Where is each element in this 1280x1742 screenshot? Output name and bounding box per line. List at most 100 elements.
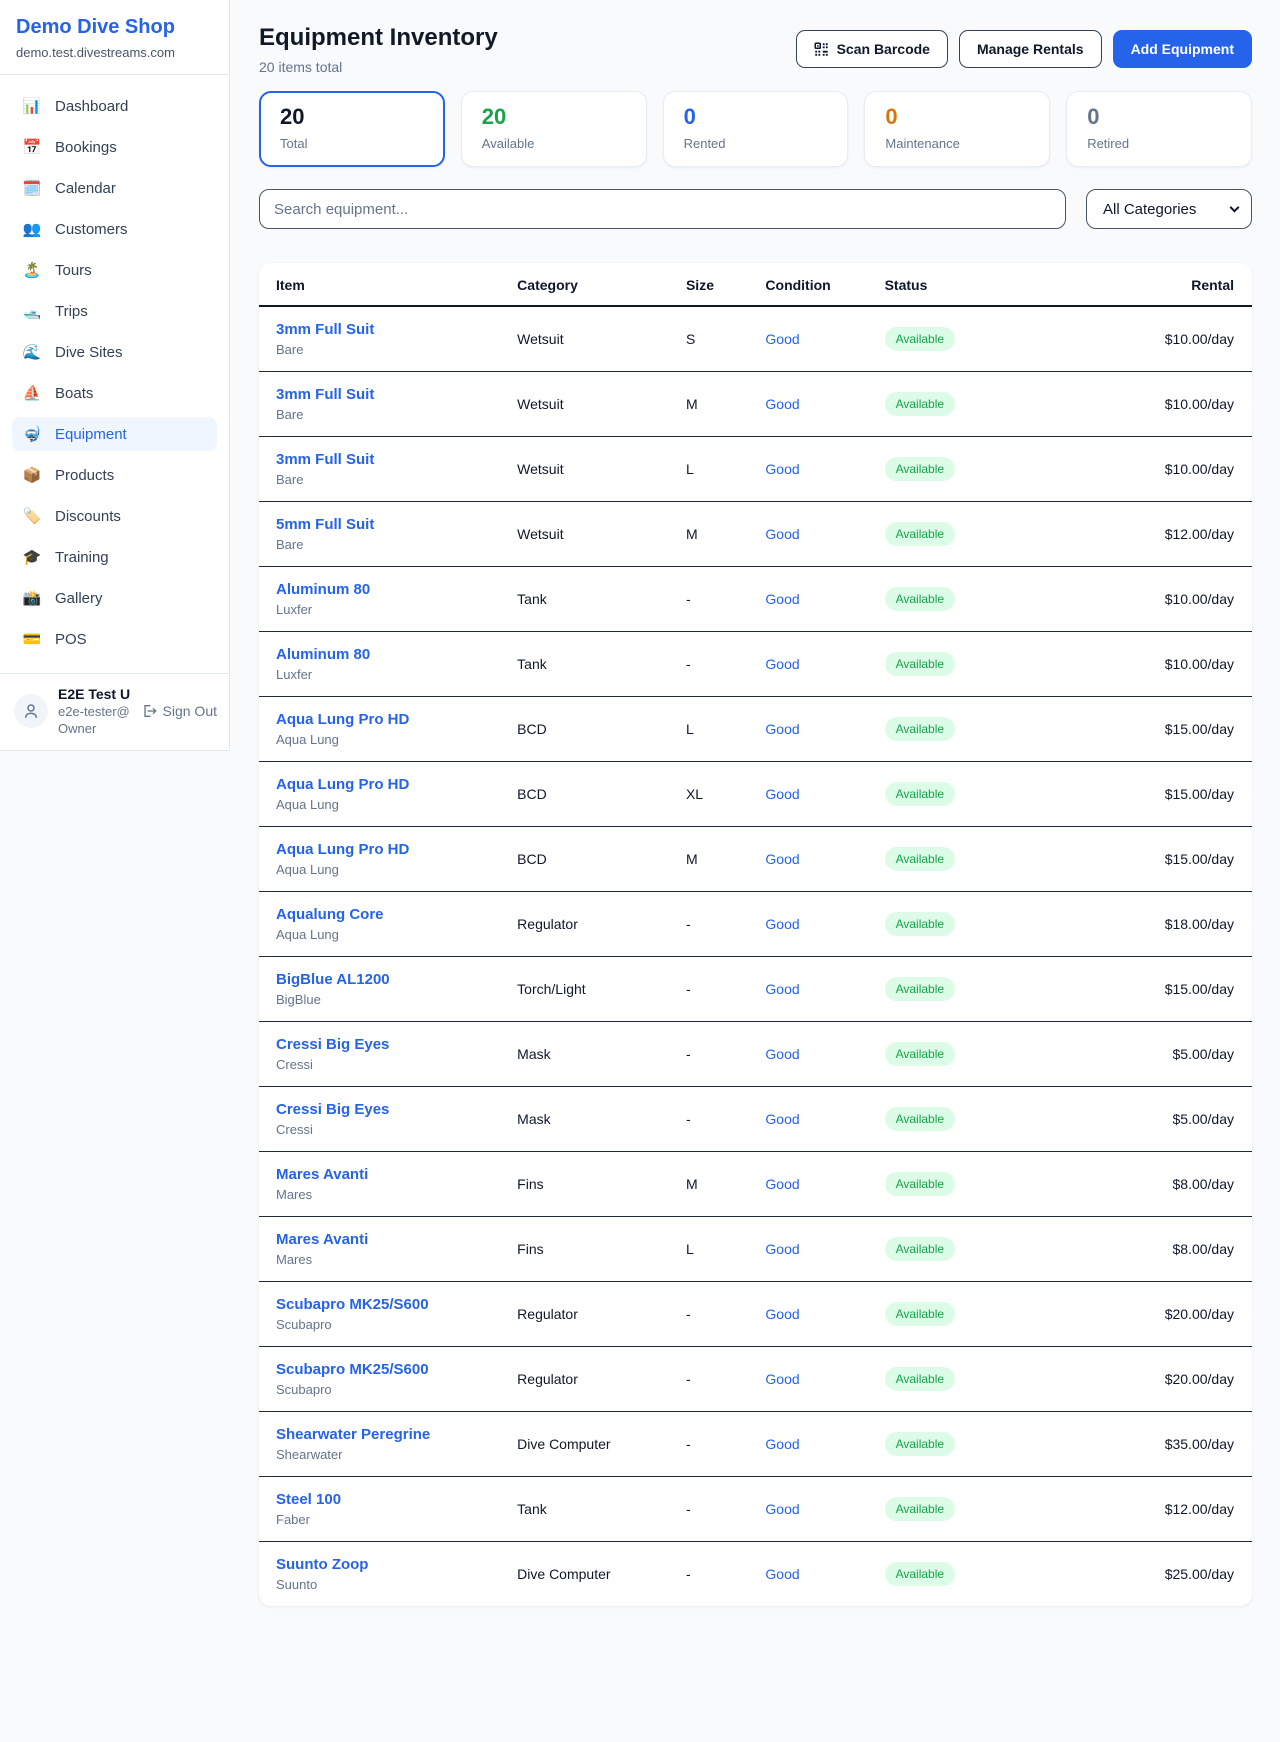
scan-barcode-button[interactable]: Scan Barcode	[796, 30, 948, 68]
cell-condition: Good	[765, 372, 884, 437]
sidebar-item-label: Customers	[55, 221, 128, 238]
cell-rental: $12.00/day	[1083, 502, 1252, 567]
item-name-link[interactable]: 3mm Full Suit	[276, 321, 517, 338]
cell-rental: $18.00/day	[1083, 892, 1252, 957]
user-section: E2E Test U... e2e-tester@... Owner Sign …	[0, 673, 229, 750]
sidebar-item-pos[interactable]: 💳POS	[12, 622, 217, 656]
stat-card-total[interactable]: 20Total	[259, 91, 445, 167]
sidebar-item-boats[interactable]: ⛵Boats	[12, 376, 217, 410]
table-row: Cressi Big EyesCressiMask-GoodAvailable$…	[259, 1022, 1252, 1087]
sidebar-item-tours[interactable]: 🏝️Tours	[12, 253, 217, 287]
cell-item: BigBlue AL1200BigBlue	[259, 957, 517, 1022]
condition-link[interactable]: Good	[765, 1176, 799, 1192]
item-brand: Shearwater	[276, 1447, 517, 1462]
table-row: Aqua Lung Pro HDAqua LungBCDLGoodAvailab…	[259, 697, 1252, 762]
cell-status: Available	[885, 1542, 1084, 1607]
status-badge: Available	[885, 977, 955, 1001]
scan-barcode-label: Scan Barcode	[837, 41, 930, 57]
item-name-link[interactable]: Cressi Big Eyes	[276, 1101, 517, 1118]
status-badge: Available	[885, 522, 955, 546]
item-name-link[interactable]: Aqua Lung Pro HD	[276, 841, 517, 858]
status-badge: Available	[885, 847, 955, 871]
condition-link[interactable]: Good	[765, 916, 799, 932]
add-equipment-button[interactable]: Add Equipment	[1113, 30, 1252, 68]
cell-size: -	[686, 957, 765, 1022]
item-name-link[interactable]: BigBlue AL1200	[276, 971, 517, 988]
item-name-link[interactable]: Cressi Big Eyes	[276, 1036, 517, 1053]
condition-link[interactable]: Good	[765, 331, 799, 347]
cell-category: BCD	[517, 697, 686, 762]
sidebar-item-customers[interactable]: 👥Customers	[12, 212, 217, 246]
condition-link[interactable]: Good	[765, 1566, 799, 1582]
item-name-link[interactable]: Aqua Lung Pro HD	[276, 711, 517, 728]
sign-out-button[interactable]: Sign Out	[141, 703, 217, 719]
sidebar-item-dashboard[interactable]: 📊Dashboard	[12, 89, 217, 123]
sidebar-item-label: Trips	[55, 303, 88, 320]
sidebar-item-label: Tours	[55, 262, 92, 279]
sidebar-item-training[interactable]: 🎓Training	[12, 540, 217, 574]
stat-card-maintenance[interactable]: 0Maintenance	[864, 91, 1050, 167]
sidebar-item-equipment[interactable]: 🤿Equipment	[12, 417, 217, 451]
cell-status: Available	[885, 437, 1084, 502]
condition-link[interactable]: Good	[765, 786, 799, 802]
equipment-table: Item Category Size Condition Status Rent…	[259, 263, 1252, 1606]
item-name-link[interactable]: Scubapro MK25/S600	[276, 1296, 517, 1313]
cell-rental: $5.00/day	[1083, 1022, 1252, 1087]
sidebar-item-calendar[interactable]: 🗓️Calendar	[12, 171, 217, 205]
condition-link[interactable]: Good	[765, 656, 799, 672]
condition-link[interactable]: Good	[765, 396, 799, 412]
condition-link[interactable]: Good	[765, 1241, 799, 1257]
manage-rentals-button[interactable]: Manage Rentals	[959, 30, 1102, 68]
condition-link[interactable]: Good	[765, 1436, 799, 1452]
condition-link[interactable]: Good	[765, 1371, 799, 1387]
sidebar-item-gallery[interactable]: 📸Gallery	[12, 581, 217, 615]
cell-category: Dive Computer	[517, 1542, 686, 1607]
cell-rental: $8.00/day	[1083, 1217, 1252, 1282]
item-name-link[interactable]: Aluminum 80	[276, 581, 517, 598]
item-name-link[interactable]: 3mm Full Suit	[276, 386, 517, 403]
calendar-icon: 🗓️	[22, 179, 42, 197]
condition-link[interactable]: Good	[765, 591, 799, 607]
item-name-link[interactable]: Mares Avanti	[276, 1231, 517, 1248]
item-name-link[interactable]: Scubapro MK25/S600	[276, 1361, 517, 1378]
table-row: Cressi Big EyesCressiMask-GoodAvailable$…	[259, 1087, 1252, 1152]
table-row: Aqualung CoreAqua LungRegulator-GoodAvai…	[259, 892, 1252, 957]
condition-link[interactable]: Good	[765, 1501, 799, 1517]
category-select[interactable]: All Categories	[1086, 189, 1252, 229]
item-name-link[interactable]: 3mm Full Suit	[276, 451, 517, 468]
sidebar-item-trips[interactable]: 🛥️Trips	[12, 294, 217, 328]
item-brand: Suunto	[276, 1577, 517, 1592]
item-name-link[interactable]: Mares Avanti	[276, 1166, 517, 1183]
stat-value-maintenance: 0	[885, 105, 1029, 129]
search-input[interactable]	[259, 189, 1066, 229]
cell-category: Fins	[517, 1217, 686, 1282]
sidebar-item-discounts[interactable]: 🏷️Discounts	[12, 499, 217, 533]
item-brand: Luxfer	[276, 602, 517, 617]
item-name-link[interactable]: Shearwater Peregrine	[276, 1426, 517, 1443]
stat-card-rented[interactable]: 0Rented	[663, 91, 849, 167]
condition-link[interactable]: Good	[765, 526, 799, 542]
item-name-link[interactable]: Aluminum 80	[276, 646, 517, 663]
item-name-link[interactable]: Steel 100	[276, 1491, 517, 1508]
stat-card-retired[interactable]: 0Retired	[1066, 91, 1252, 167]
condition-link[interactable]: Good	[765, 1111, 799, 1127]
condition-link[interactable]: Good	[765, 721, 799, 737]
item-name-link[interactable]: Aqua Lung Pro HD	[276, 776, 517, 793]
condition-link[interactable]: Good	[765, 851, 799, 867]
cell-condition: Good	[765, 1542, 884, 1607]
stat-value-total: 20	[280, 105, 424, 129]
condition-link[interactable]: Good	[765, 1046, 799, 1062]
item-name-link[interactable]: Aqualung Core	[276, 906, 517, 923]
sidebar-item-bookings[interactable]: 📅Bookings	[12, 130, 217, 164]
condition-link[interactable]: Good	[765, 981, 799, 997]
sidebar-item-products[interactable]: 📦Products	[12, 458, 217, 492]
sidebar-item-dive-sites[interactable]: 🌊Dive Sites	[12, 335, 217, 369]
cell-rental: $12.00/day	[1083, 1477, 1252, 1542]
item-name-link[interactable]: 5mm Full Suit	[276, 516, 517, 533]
equipment-table-card: Item Category Size Condition Status Rent…	[259, 263, 1252, 1606]
stat-card-available[interactable]: 20Available	[461, 91, 647, 167]
item-name-link[interactable]: Suunto Zoop	[276, 1556, 517, 1573]
cell-status: Available	[885, 632, 1084, 697]
condition-link[interactable]: Good	[765, 461, 799, 477]
condition-link[interactable]: Good	[765, 1306, 799, 1322]
